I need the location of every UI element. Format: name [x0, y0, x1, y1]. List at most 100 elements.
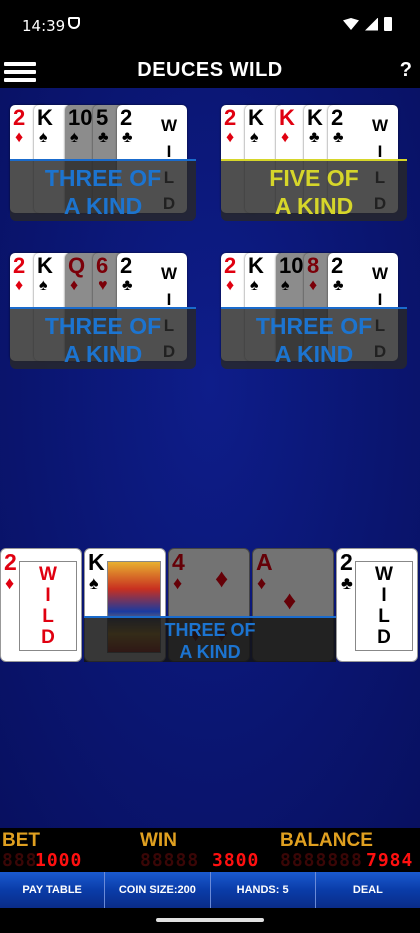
card-rank: 2: [331, 105, 344, 130]
result-line: A KIND: [179, 642, 241, 662]
bet-led-ghost: 888: [2, 850, 38, 871]
wild-letter: L: [378, 606, 390, 627]
hand-result-banner: THREE OF A KIND: [10, 307, 196, 369]
card-rank: 2: [120, 253, 133, 278]
coin-size-button[interactable]: COIN SIZE:200: [105, 872, 211, 908]
wild-label: WILD: [19, 561, 77, 651]
suit-icon: ♣: [341, 573, 353, 593]
signal-icon: [365, 17, 378, 31]
card-rank: 2: [13, 105, 26, 130]
card-rank: K: [307, 105, 323, 130]
suit-icon: ♣: [333, 129, 344, 146]
mini-hand: 2♦K♠10♠5♣2♣WILDTHREE OFA KIND: [10, 105, 196, 221]
suit-pip-icon: ♦: [215, 563, 229, 593]
playing-card-1[interactable]: 2 ♦ W I L D: [0, 548, 82, 662]
suit-icon: ♦: [15, 129, 24, 146]
card-rank: 2: [331, 253, 344, 278]
suit-icon: ♣: [122, 277, 133, 294]
status-bar: 14:39: [0, 0, 420, 52]
wild-letter: D: [41, 627, 55, 648]
hand-result-banner: THREE OF A KIND: [221, 307, 407, 369]
suit-icon: ♠: [39, 277, 48, 294]
home-gesture-bar[interactable]: [156, 918, 264, 922]
bet-label: BET: [2, 830, 40, 851]
suit-icon: ♣: [309, 129, 320, 146]
card-rank: 10: [279, 253, 304, 278]
suit-icon: ♣: [98, 129, 109, 146]
battery-icon: [384, 17, 392, 31]
mini-hand: 2♦K♠10♠8♦2♣WILDTHREE OFA KIND: [221, 253, 407, 369]
suit-icon: ♠: [70, 129, 79, 146]
suit-icon: ♠: [39, 129, 48, 146]
playing-card-5[interactable]: 2 ♣ W I L D: [336, 548, 418, 662]
card-rank: 5: [96, 105, 109, 130]
result-line: A KIND: [63, 193, 143, 219]
status-icons: [343, 17, 392, 31]
result-line: A KIND: [274, 341, 354, 367]
card-rank: K: [279, 105, 295, 130]
card-rank: K: [37, 253, 53, 278]
suit-pip-icon: ♦: [283, 585, 297, 615]
mini-hand: 2♦K♠Q♦6♥2♣WILDTHREE OFA KIND: [10, 253, 196, 369]
card-rank: 2: [4, 549, 17, 575]
suit-icon: ♣: [122, 129, 133, 146]
bet-value: 1000: [35, 850, 83, 871]
card-rank: K: [248, 253, 264, 278]
hand-result-banner: THREE OF A KIND: [84, 616, 336, 662]
suit-icon: ♦: [281, 129, 290, 146]
result-line: THREE OF: [44, 165, 162, 191]
deal-button[interactable]: DEAL: [316, 872, 420, 908]
suit-icon: ♦: [257, 573, 267, 593]
wild-letter: L: [42, 606, 54, 627]
card-rank: K: [37, 105, 53, 130]
result-line: THREE OF: [44, 313, 162, 339]
suit-icon: ♠: [89, 573, 99, 593]
wild-letter: W: [375, 564, 393, 585]
suit-icon: ♦: [309, 277, 318, 294]
balance-led-ghost: 8888888: [280, 850, 363, 871]
result-line: FIVE OF: [269, 165, 359, 191]
result-line: A KIND: [63, 341, 143, 367]
card-rank: 2: [224, 253, 237, 278]
suit-icon: ♦: [15, 277, 24, 294]
suit-icon: ♦: [5, 573, 15, 593]
hand-result-banner: THREE OF A KIND: [10, 159, 196, 221]
wild-letter: W: [160, 264, 178, 283]
card-rank: 6: [96, 253, 109, 278]
win-label: WIN: [140, 830, 177, 851]
wild-letter: I: [45, 585, 51, 606]
wild-letter: I: [381, 585, 387, 606]
suit-icon: ♣: [333, 277, 344, 294]
suit-icon: ♥: [98, 277, 108, 294]
card-rank: K: [88, 549, 105, 575]
system-nav-bar: [0, 908, 420, 933]
card-rank: 2: [340, 549, 353, 575]
card-rank: 10: [68, 105, 93, 130]
result-line: THREE OF: [255, 313, 373, 339]
card-rank: Q: [68, 253, 86, 278]
suit-icon: ♦: [226, 277, 235, 294]
app-header: DEUCES WILD ?: [0, 52, 420, 88]
hands-button[interactable]: HANDS: 5: [211, 872, 316, 908]
wild-label: WILD: [355, 561, 413, 651]
pay-table-button[interactable]: PAY TABLE: [0, 872, 106, 908]
suit-icon: ♦: [226, 129, 235, 146]
win-led-ghost: 88888: [140, 850, 200, 871]
wild-letter: D: [377, 627, 391, 648]
hand-result-banner: FIVE OF A KIND: [221, 159, 407, 221]
card-rank: 2: [13, 253, 26, 278]
vpn-icon: [68, 17, 80, 29]
wild-letter: W: [371, 264, 389, 283]
wild-letter: W: [371, 116, 389, 135]
score-bar: BET 888 1000 WIN 88888 3800 BALANCE 8888…: [0, 828, 420, 872]
wild-letter: W: [39, 564, 57, 585]
suit-icon: ♠: [250, 277, 259, 294]
card-rank: 2: [120, 105, 133, 130]
help-button[interactable]: ?: [400, 59, 412, 82]
game-table: 2♦K♠10♠5♣2♣WILDTHREE OFA KIND 2♦K♠K♦K♣2♣…: [0, 88, 420, 828]
result-line: A KIND: [274, 193, 354, 219]
card-rank: A: [256, 549, 273, 575]
suit-icon: ♦: [173, 573, 183, 593]
suit-icon: ♠: [281, 277, 290, 294]
wild-letter: W: [160, 116, 178, 135]
